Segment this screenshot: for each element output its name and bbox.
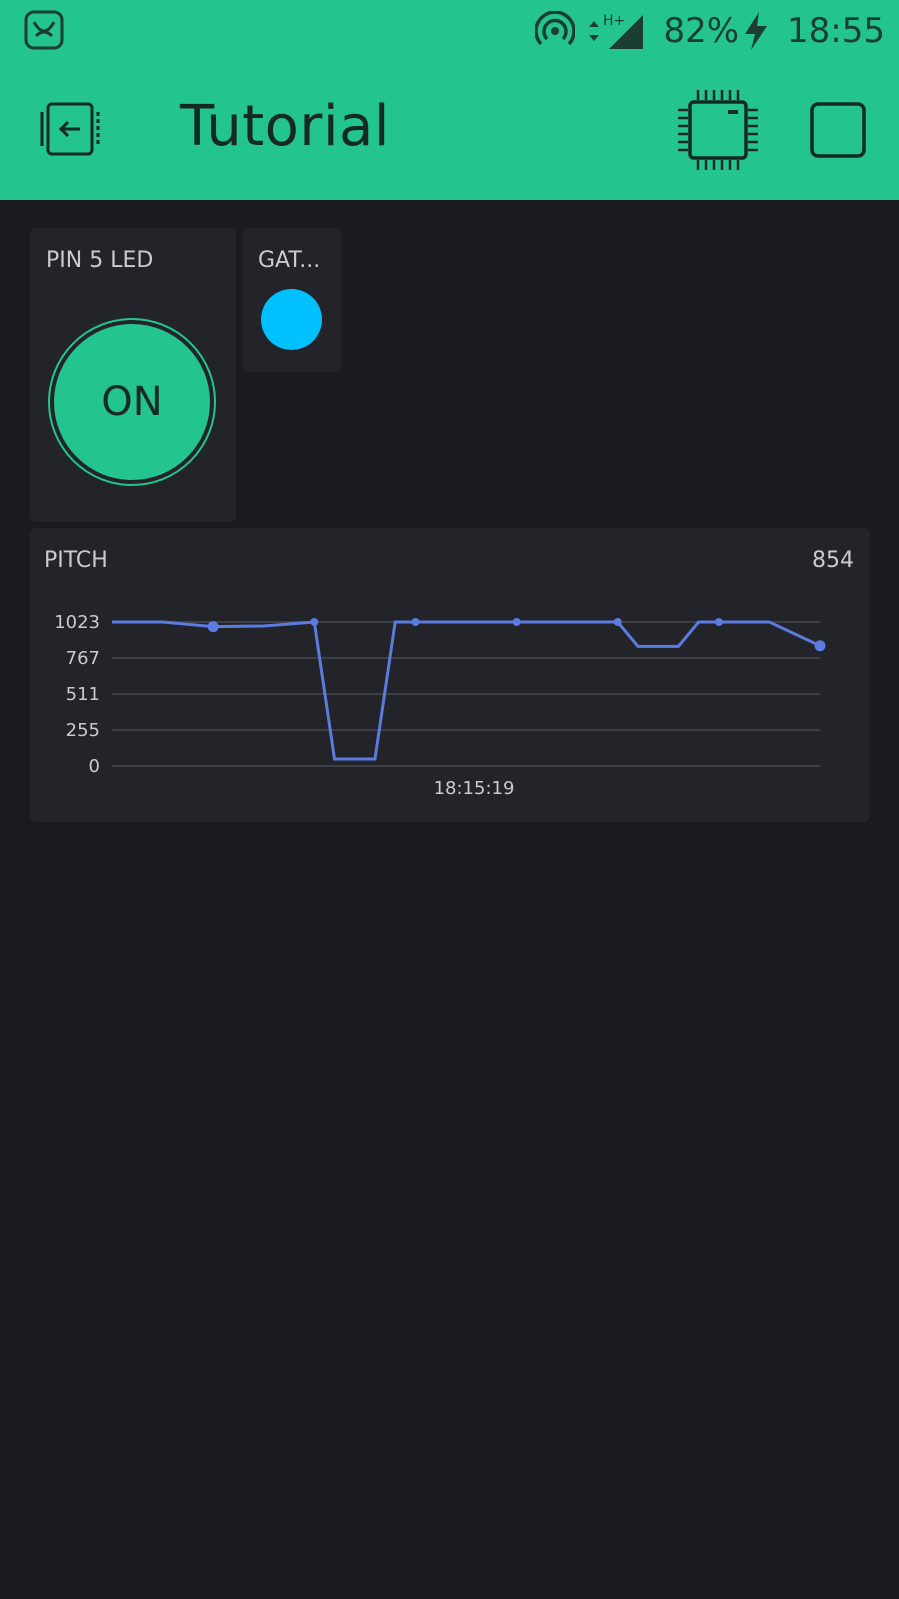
pitch-series-line [112, 620, 821, 761]
data-point [411, 618, 420, 626]
gat-led-indicator [261, 289, 322, 350]
y-tick-label: 511 [66, 684, 100, 705]
battery-percent: 82% [663, 11, 740, 51]
pitch-chart: 0 255 511 767 1023 18:15:19 [54, 612, 826, 799]
led-button-widget: PIN 5 LED ON [30, 228, 236, 522]
led-widget-label: PIN 5 LED [46, 248, 154, 273]
clock: 18:55 [787, 11, 885, 51]
led-toggle-button[interactable]: ON [48, 318, 216, 486]
exit-project-button[interactable] [40, 100, 100, 158]
status-right-group: H+ 82% 18:55 [535, 6, 885, 56]
data-point [814, 640, 826, 652]
stop-button[interactable] [810, 102, 866, 158]
pitch-widget-label: PITCH [44, 548, 108, 573]
y-tick-label: 767 [66, 648, 100, 669]
data-point [310, 618, 319, 626]
data-point [714, 618, 723, 626]
y-tick-label: 1023 [54, 612, 100, 633]
led-toggle-label: ON [54, 324, 210, 480]
y-tick-label: 0 [89, 756, 100, 777]
gat-widget-label: GAT... [258, 248, 321, 273]
data-point [613, 618, 622, 626]
network-type: H+ [603, 13, 625, 29]
pitch-current-value: 854 [812, 548, 854, 573]
charging-bolt-icon [745, 12, 768, 50]
gat-led-widget: GAT... [242, 228, 342, 372]
app-bar [0, 62, 899, 200]
data-point [207, 621, 219, 633]
y-tick-label: 255 [66, 720, 100, 741]
hotspot-icon [535, 11, 576, 46]
data-point [512, 618, 521, 626]
page-title: Tutorial [180, 94, 390, 159]
pitch-chart-widget[interactable]: 0 255 511 767 1023 18:15:19 PITCH 854 [30, 528, 870, 822]
music-app-icon [24, 10, 64, 50]
device-chip-icon[interactable] [676, 88, 760, 172]
status-bar: H+ 82% 18:55 [0, 0, 899, 62]
x-tick-label: 18:15:19 [434, 778, 515, 799]
signal-icon: H+ [589, 13, 644, 49]
